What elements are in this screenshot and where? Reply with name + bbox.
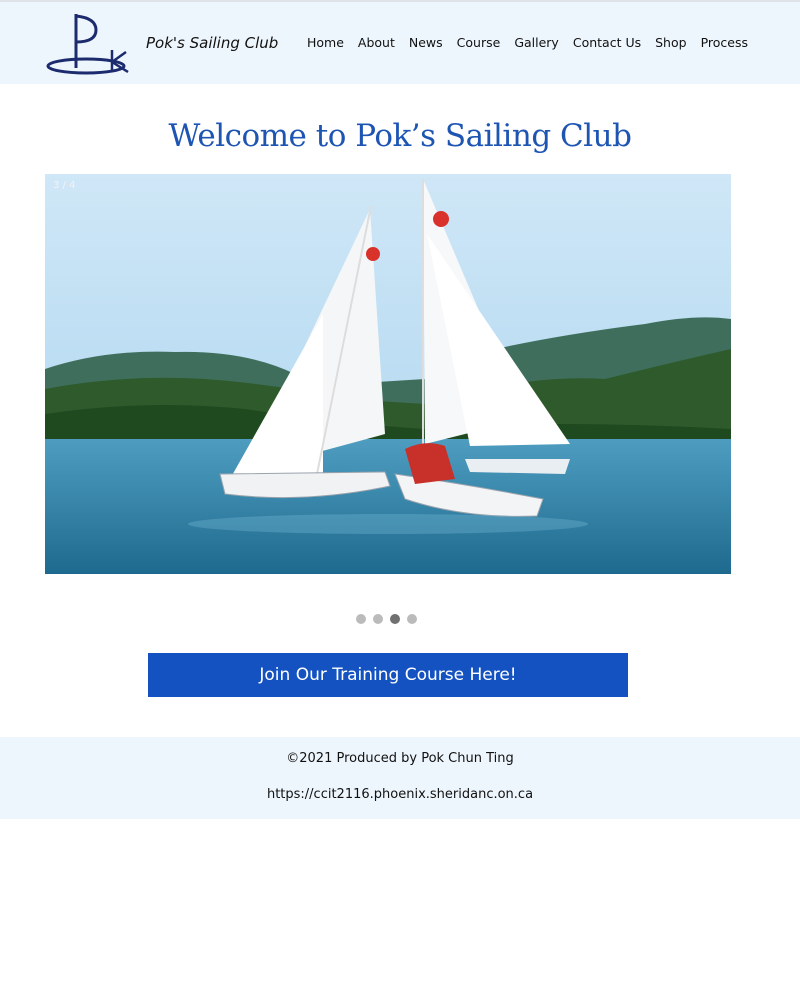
footer-url: https://ccit2116.phoenix.sheridanc.on.ca (266, 787, 534, 802)
nav-home[interactable]: Home (307, 35, 344, 50)
nav-process[interactable]: Process (701, 35, 748, 50)
nav-course[interactable]: Course (457, 35, 501, 50)
join-training-course-button[interactable]: Join Our Training Course Here! (148, 653, 628, 697)
nav-shop[interactable]: Shop (655, 35, 686, 50)
nav-about[interactable]: About (358, 35, 395, 50)
slide-dot-2[interactable] (373, 614, 383, 624)
main-nav: Home About News Course Gallery Contact U… (300, 35, 755, 50)
slide-dot-4[interactable] (407, 614, 417, 624)
site-footer: ©2021 Produced by Pok Chun Ting https://… (0, 737, 800, 819)
nav-news[interactable]: News (409, 35, 443, 50)
sailboats-on-lake-photo (45, 174, 731, 574)
slideshow[interactable]: 3 / 4 (45, 174, 731, 574)
slide-dot-3[interactable] (390, 614, 400, 624)
slide-dot-1[interactable] (356, 614, 366, 624)
slide-indicators (356, 614, 424, 624)
nav-gallery[interactable]: Gallery (514, 35, 559, 50)
page-title: Welcome to Pok’s Sailing Club (168, 118, 632, 154)
site-brand-name: Pok's Sailing Club (146, 34, 279, 52)
slide-counter: 3 / 4 (53, 180, 76, 191)
nav-contact-us[interactable]: Contact Us (573, 35, 641, 50)
footer-copyright: ©2021 Produced by Pok Chun Ting (286, 751, 514, 766)
site-header: Pok's Sailing Club Home About News Cours… (0, 2, 800, 84)
pk-sailboat-logo-icon[interactable] (46, 10, 132, 76)
